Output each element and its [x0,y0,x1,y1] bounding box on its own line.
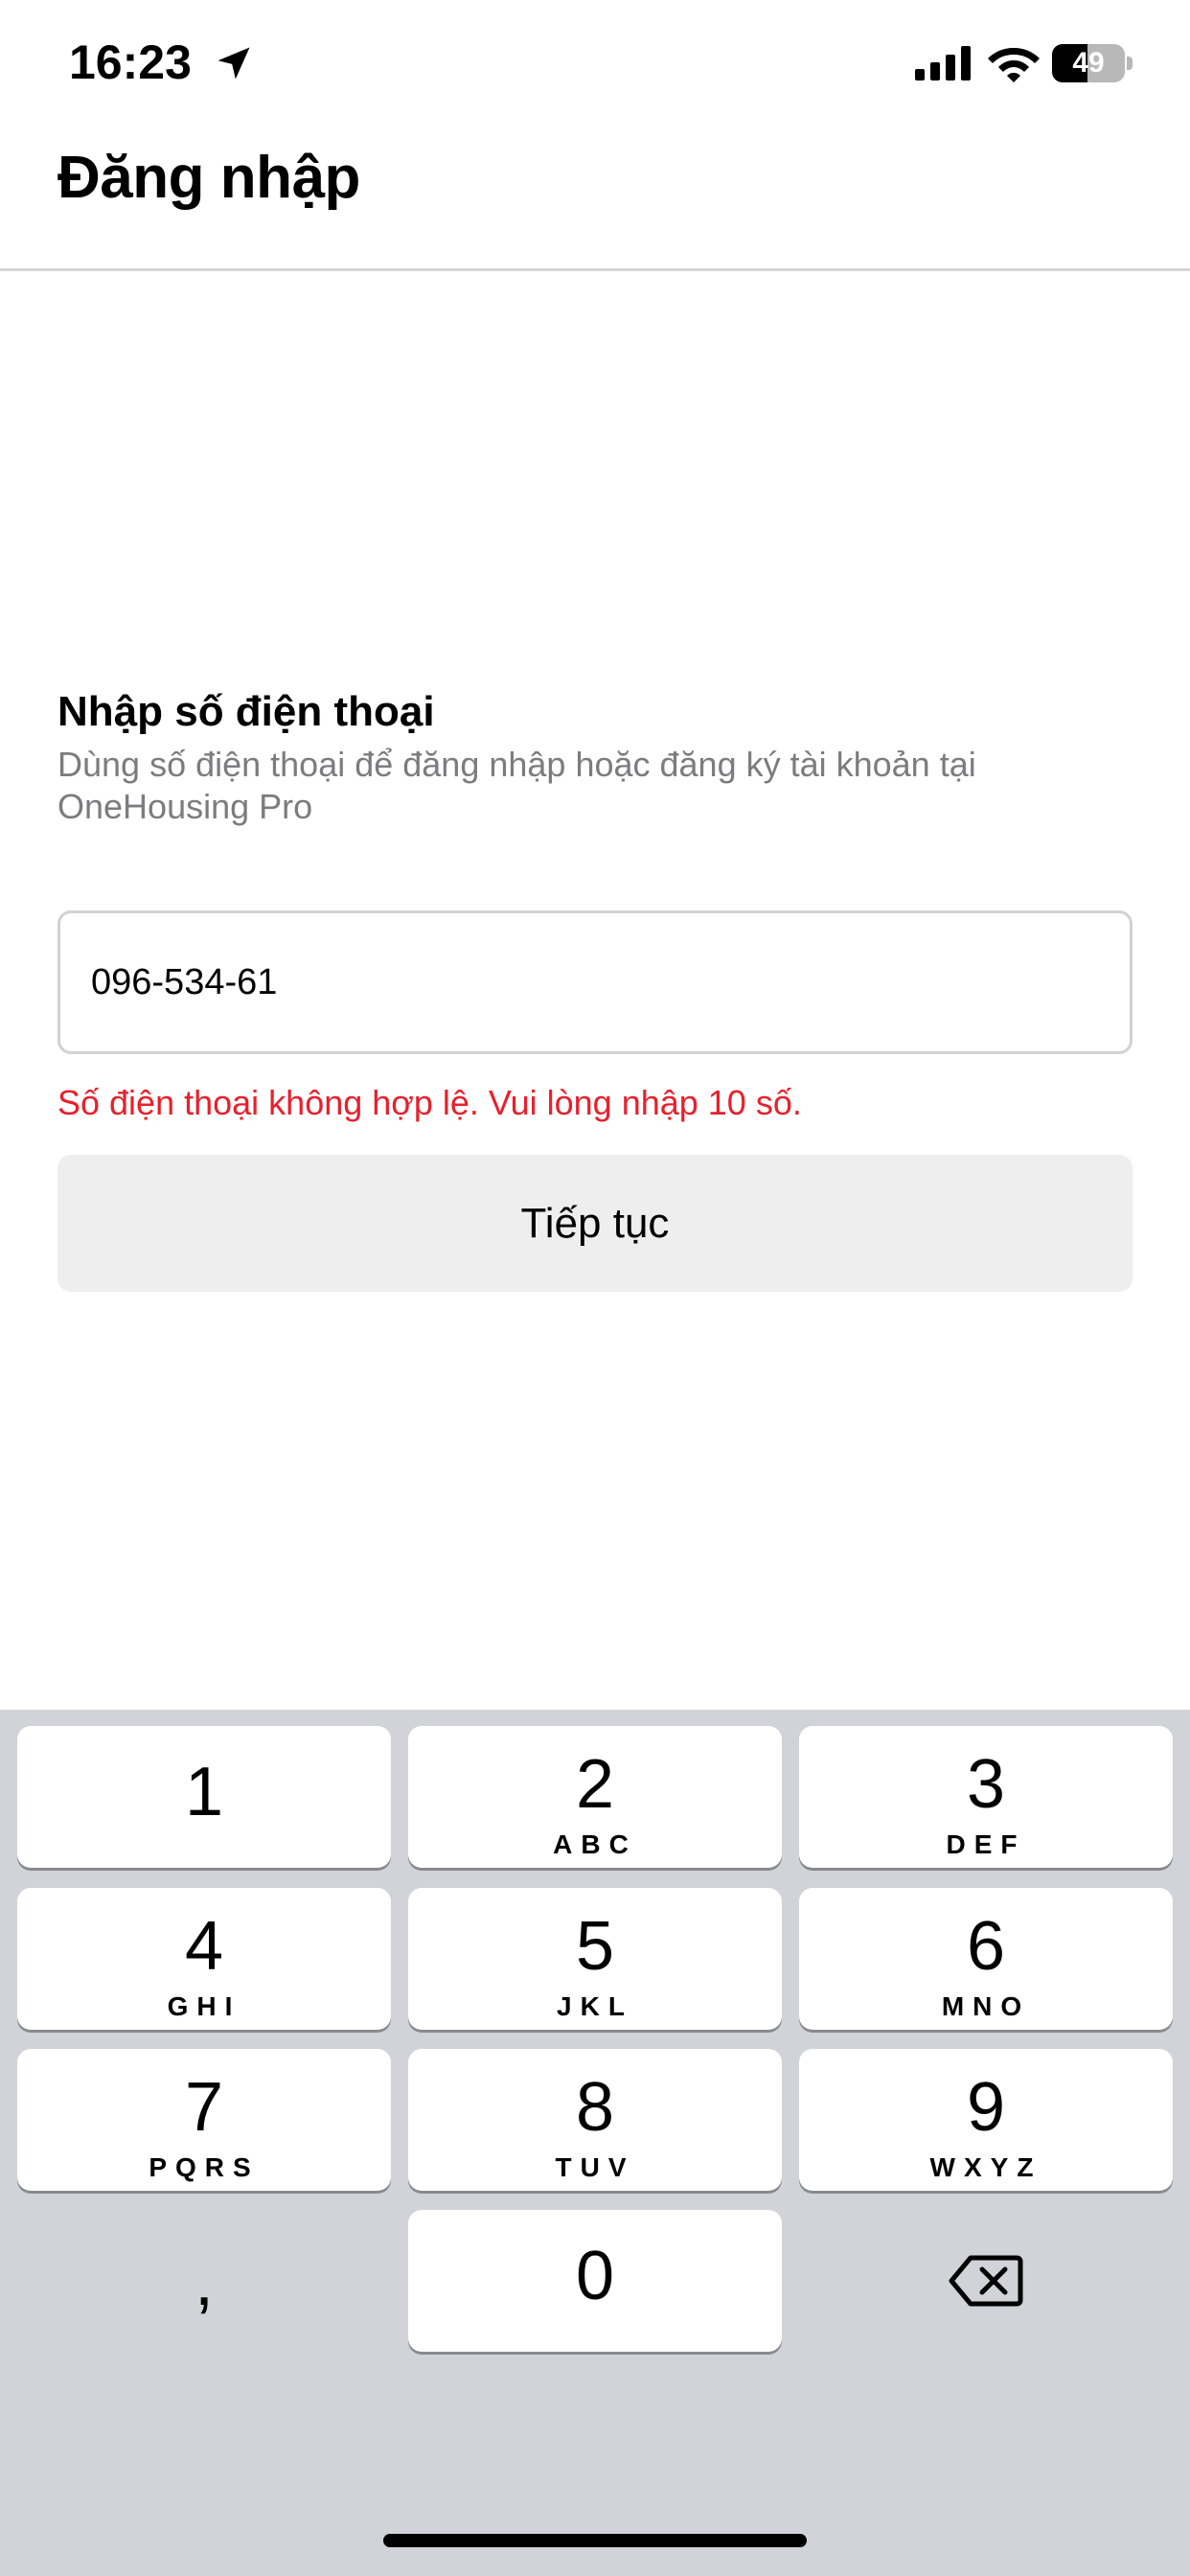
phone-number-input[interactable] [57,910,1133,1054]
key-letters: TUV [555,2152,635,2182]
key-digit: 4 [184,1908,224,1985]
key-digit: 7 [184,2069,224,2146]
key-digit: 1 [184,1754,224,1830]
key-digit: 5 [575,1908,615,1985]
header-divider [0,268,1190,271]
key-digit: 6 [966,1908,1006,1985]
key-1[interactable]: 1 [17,1726,391,1868]
numeric-keypad: 1 2 ABC 3 DEF 4 GHI 5 JKL 6 MNO 7 PQRS 8… [0,1710,1190,2576]
key-8[interactable]: 8 TUV [408,2049,782,2191]
key-3[interactable]: 3 DEF [799,1726,1173,1868]
phone-section-title: Nhập số điện thoại [57,688,435,735]
key-comma-label: , [194,2243,214,2320]
cellular-signal-icon [915,46,971,80]
location-arrow-icon [217,47,250,80]
battery-level: 49 [1072,47,1105,79]
key-letters: DEF [946,1829,1026,1859]
key-7[interactable]: 7 PQRS [17,2049,391,2191]
key-letters: GHI [167,1991,241,2021]
status-bar: 16:23 49 [0,0,1190,134]
key-5[interactable]: 5 JKL [408,1888,782,2030]
page-title: Đăng nhập [57,145,360,211]
key-letters: WXYZ [929,2152,1042,2182]
key-2[interactable]: 2 ABC [408,1726,782,1868]
phone-section-description: Dùng số điện thoại để đăng nhập hoặc đăn… [57,745,976,826]
key-9[interactable]: 9 WXYZ [799,2049,1173,2191]
key-0[interactable]: 0 [408,2210,782,2352]
home-indicator[interactable] [383,2534,807,2547]
key-digit: 2 [575,1746,615,1823]
wifi-icon [988,48,1040,82]
key-letters: MNO [941,1991,1031,2021]
key-digit: 3 [966,1746,1006,1823]
key-4[interactable]: 4 GHI [17,1888,391,2030]
key-comma[interactable]: , [17,2210,391,2352]
continue-button[interactable]: Tiếp tục [57,1155,1133,1292]
battery-icon: 49 [1052,44,1133,82]
status-time: 16:23 [69,35,192,89]
key-letters: ABC [553,1829,637,1859]
key-6[interactable]: 6 MNO [799,1888,1173,2030]
key-letters: JKL [557,1991,633,2021]
delete-backspace-icon [949,2255,1023,2307]
phone-error-message: Số điện thoại không hợp lệ. Vui lòng nhậ… [57,1083,802,1122]
key-digit: 0 [575,2238,615,2314]
key-delete[interactable] [799,2210,1173,2352]
key-digit: 9 [966,2069,1006,2146]
key-digit: 8 [575,2069,615,2146]
key-letters: PQRS [149,2152,260,2182]
